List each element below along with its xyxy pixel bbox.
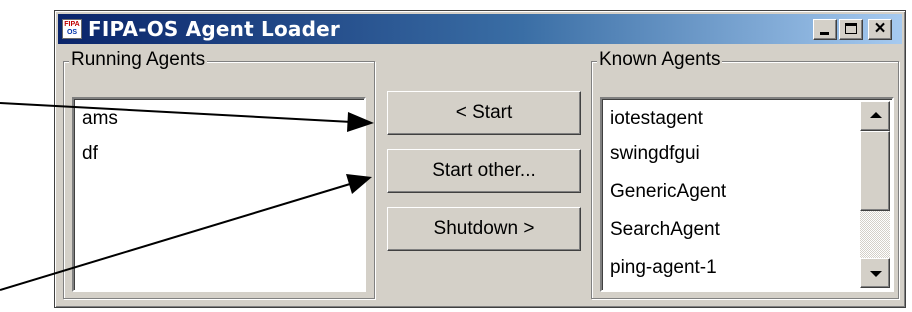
- title-bar[interactable]: FIPA OS FIPA-OS Agent Loader ×: [58, 14, 902, 44]
- close-icon: ×: [874, 18, 886, 39]
- agent-loader-window: FIPA OS FIPA-OS Agent Loader × Running A…: [54, 10, 906, 308]
- list-item[interactable]: GenericAgent: [602, 173, 892, 211]
- fipa-os-app-icon[interactable]: FIPA OS: [62, 19, 82, 39]
- running-agents-list[interactable]: ams df: [72, 97, 366, 292]
- shutdown-button[interactable]: Shutdown >: [387, 207, 581, 251]
- scroll-down-icon: [870, 271, 882, 277]
- known-agents-group: Known Agents iotestagent swingdfgui Gene…: [591, 49, 899, 299]
- minimize-icon: [820, 32, 829, 35]
- list-item[interactable]: ams: [74, 99, 364, 135]
- known-agents-label: Known Agents: [597, 49, 723, 71]
- start-button[interactable]: < Start: [387, 91, 581, 135]
- app-icon-text-top: FIPA: [64, 21, 80, 28]
- start-other-button[interactable]: Start other...: [387, 149, 581, 193]
- list-item[interactable]: ping-agent-1: [602, 249, 892, 287]
- scroll-up-button[interactable]: [860, 101, 890, 131]
- list-item[interactable]: swingdfgui: [602, 135, 892, 173]
- app-icon-text-bottom: OS: [66, 29, 78, 36]
- known-agents-list[interactable]: iotestagent swingdfgui GenericAgent Sear…: [600, 97, 894, 292]
- window-title: FIPA-OS Agent Loader: [88, 17, 340, 41]
- scroll-thumb[interactable]: [860, 131, 890, 211]
- running-agents-label: Running Agents: [69, 49, 208, 71]
- minimize-button[interactable]: [813, 19, 837, 40]
- maximize-icon: [845, 23, 857, 34]
- close-button[interactable]: ×: [868, 18, 892, 40]
- scroll-down-button[interactable]: [860, 258, 890, 288]
- list-item[interactable]: SearchAgent: [602, 211, 892, 249]
- scroll-up-icon: [870, 112, 882, 118]
- known-agents-scrollbar[interactable]: [860, 101, 890, 288]
- running-agents-group: Running Agents ams df: [63, 49, 375, 299]
- list-item[interactable]: df: [74, 135, 364, 173]
- list-item[interactable]: iotestagent: [602, 99, 892, 135]
- maximize-button[interactable]: [839, 19, 863, 40]
